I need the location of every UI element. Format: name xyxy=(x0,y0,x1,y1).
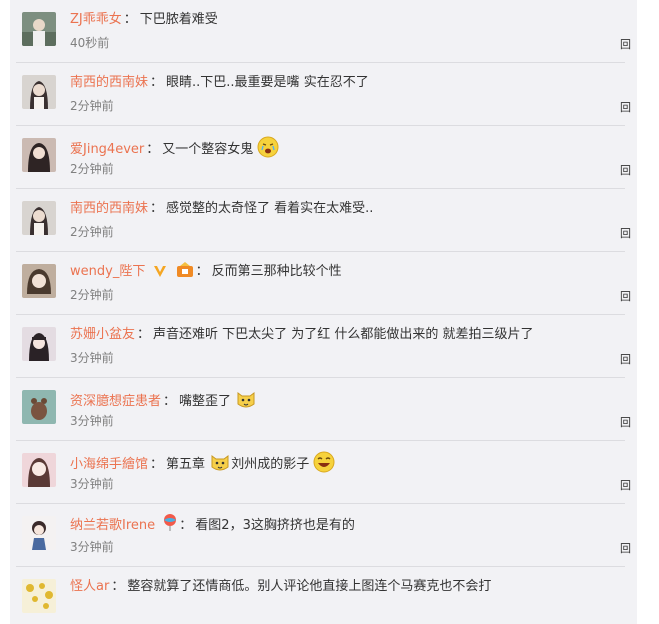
comment-time: 2分钟前 xyxy=(70,288,114,302)
colon: ： xyxy=(150,75,164,90)
comment-time: 3分钟前 xyxy=(70,351,114,365)
avatar[interactable] xyxy=(22,453,56,487)
colon: ： xyxy=(150,457,164,472)
comment-username[interactable]: 纳兰若歌Irene xyxy=(70,518,155,533)
page-margin xyxy=(637,0,659,624)
avatar[interactable] xyxy=(22,327,56,361)
colon: ： xyxy=(163,394,177,409)
avatar[interactable] xyxy=(22,75,56,109)
comment-item: 爱Jing4ever：又一个整容女鬼 2分钟前 回 xyxy=(16,126,631,189)
reply-icon[interactable]: 回 xyxy=(620,351,631,367)
comment-text: 第五章 xyxy=(166,457,206,472)
comment-item: ZJ乖乖女：下巴脓着难受 40秒前 回 xyxy=(16,0,631,63)
comment-item: 苏姗小盆友：声音还难听 下巴太尖了 为了红 什么都能做出来的 就差拍三级片了 3… xyxy=(16,315,631,378)
comment-item: 南西的西南妹：感觉整的太奇怪了 看着实在太难受.. 2分钟前 回 xyxy=(16,189,631,252)
comment-username[interactable]: 南西的西南妹 xyxy=(70,201,148,216)
comment-time: 40秒前 xyxy=(70,36,110,50)
colon: ： xyxy=(111,579,125,594)
colon: ： xyxy=(137,327,151,342)
comment-username[interactable]: ZJ乖乖女 xyxy=(70,12,122,27)
colon: ： xyxy=(146,142,160,157)
comment-username[interactable]: 资深臆想症患者 xyxy=(70,394,161,409)
comment-time: 2分钟前 xyxy=(70,225,114,239)
comment-username[interactable]: 小海绵手繪馆 xyxy=(70,457,148,472)
comment-item: 纳兰若歌Irene ：看图2，3这胸挤挤也是有的 3分钟前 回 xyxy=(16,504,631,567)
comment-time: 2分钟前 xyxy=(70,99,114,113)
cat-face-emoji-icon xyxy=(235,388,257,410)
comment-text: 眼睛..下巴..最重要是嘴 实在忍不了 xyxy=(166,75,369,90)
comment-text: 下巴脓着难受 xyxy=(139,12,218,27)
avatar[interactable] xyxy=(22,12,56,46)
comment-username[interactable]: wendy_陛下 xyxy=(70,264,145,279)
comment-panel: ZJ乖乖女：下巴脓着难受 40秒前 回 南西的西南妹：眼睛..下巴..最重要是嘴… xyxy=(10,0,637,624)
cat-face-emoji-icon xyxy=(209,451,231,473)
comment-list: ZJ乖乖女：下巴脓着难受 40秒前 回 南西的西南妹：眼睛..下巴..最重要是嘴… xyxy=(10,0,637,624)
crying-face-emoji-icon xyxy=(257,136,279,158)
colon: ： xyxy=(123,12,137,27)
comment-item: wendy_陛下 ：反而第三那种比较个性 2分钟前 回 xyxy=(16,252,631,315)
avatar[interactable] xyxy=(22,390,56,424)
reply-icon[interactable]: 回 xyxy=(620,414,631,430)
reply-icon[interactable]: 回 xyxy=(620,477,631,493)
colon: ： xyxy=(150,201,164,216)
reply-icon[interactable]: 回 xyxy=(620,540,631,556)
avatar[interactable] xyxy=(22,264,56,298)
comment-item: 怪人ar：整容就算了还情商低。别人评论他直接上图连个马赛克也不会打 xyxy=(16,567,625,624)
comment-text: 感觉整的太奇怪了 看着实在太难受.. xyxy=(166,201,374,216)
avatar[interactable] xyxy=(22,138,56,172)
reply-icon[interactable]: 回 xyxy=(620,36,631,52)
comment-time: 3分钟前 xyxy=(70,414,114,428)
comment-item: 资深臆想症患者：嘴整歪了 3分钟前 回 xyxy=(16,378,631,441)
colon: ： xyxy=(195,264,209,279)
comment-text: 声音还难听 下巴太尖了 为了红 什么都能做出来的 就差拍三级片了 xyxy=(153,327,534,342)
vip-badge-icon xyxy=(176,262,194,285)
colon: ： xyxy=(179,518,193,533)
balloon-icon xyxy=(163,514,177,539)
verified-v-icon xyxy=(153,264,167,285)
comment-username[interactable]: 苏姗小盆友 xyxy=(70,327,135,342)
comment-text-continued: 刘州成的影子 xyxy=(231,457,310,472)
avatar[interactable] xyxy=(22,201,56,235)
reply-icon[interactable]: 回 xyxy=(620,162,631,178)
comment-text: 嘴整歪了 xyxy=(179,394,232,409)
reply-icon[interactable]: 回 xyxy=(620,288,631,304)
comment-time: 2分钟前 xyxy=(70,162,114,176)
avatar[interactable] xyxy=(22,579,56,613)
comment-username[interactable]: 爱Jing4ever xyxy=(70,142,144,157)
reply-icon[interactable]: 回 xyxy=(620,99,631,115)
comment-item: 小海绵手繪馆：第五章 刘州成的影子 3分钟前 回 xyxy=(16,441,631,504)
comment-text: 整容就算了还情商低。别人评论他直接上图连个马赛克也不会打 xyxy=(127,579,492,594)
comment-username[interactable]: 怪人ar xyxy=(70,579,109,594)
comment-username[interactable]: 南西的西南妹 xyxy=(70,75,148,90)
comment-text: 又一个整容女鬼 xyxy=(162,142,254,157)
comment-time: 3分钟前 xyxy=(70,540,114,554)
comment-text: 看图2，3这胸挤挤也是有的 xyxy=(195,518,355,533)
comment-text: 反而第三那种比较个性 xyxy=(211,264,342,279)
avatar[interactable] xyxy=(22,516,56,550)
comment-time: 3分钟前 xyxy=(70,477,114,491)
reply-icon[interactable]: 回 xyxy=(620,225,631,241)
comment-item: 南西的西南妹：眼睛..下巴..最重要是嘴 实在忍不了 2分钟前 回 xyxy=(16,63,631,126)
laughing-face-emoji-icon xyxy=(313,451,335,473)
